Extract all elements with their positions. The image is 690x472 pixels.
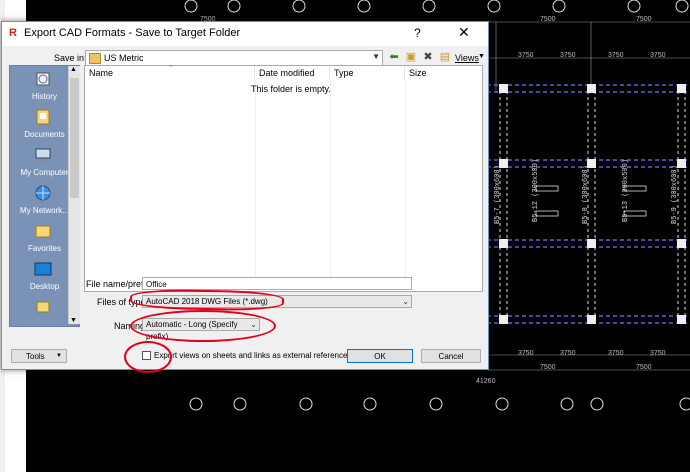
back-icon[interactable]: ⬅ — [387, 51, 401, 64]
up-folder-icon[interactable]: ▣ — [404, 51, 418, 64]
dim-label: 7500 — [636, 16, 652, 23]
ok-button[interactable]: OK — [347, 349, 413, 363]
dim-label: 3750 — [608, 350, 624, 357]
save-in-label: Save in: — [54, 53, 87, 63]
chevron-down-icon: ⌄ — [402, 297, 409, 306]
new-folder-icon[interactable]: ▤ — [438, 51, 452, 64]
folder-icon — [89, 53, 101, 64]
beam-label: B5-9 (300x600) — [671, 165, 679, 224]
network-globe-icon — [35, 185, 51, 201]
places-scrollbar[interactable]: ▲ ▼ — [68, 66, 80, 324]
revit-logo-icon: R — [9, 27, 17, 39]
dim-label: 3750 — [518, 52, 534, 59]
export-cad-dialog: R Export CAD Formats - Save to Target Fo… — [1, 21, 489, 373]
file-list[interactable]: ⌃ Name Date modified Type Size This fold… — [84, 65, 483, 292]
column-header-type[interactable]: Type — [330, 66, 405, 80]
scroll-thumb[interactable] — [70, 78, 79, 198]
chevron-down-icon: ▼ — [372, 52, 380, 61]
dim-label: 3750 — [650, 350, 666, 357]
help-button[interactable]: ? — [414, 26, 421, 40]
views-dropdown-icon[interactable]: ▼ — [478, 53, 485, 60]
dim-label: 3750 — [608, 52, 624, 59]
dim-label: 3750 — [560, 52, 576, 59]
history-icon — [36, 72, 50, 86]
cancel-button[interactable]: Cancel — [421, 349, 481, 363]
column-header-date[interactable]: Date modified — [255, 66, 330, 80]
dim-label: 3750 — [650, 52, 666, 59]
folder-icon — [36, 301, 50, 313]
chevron-down-icon: ▼ — [56, 353, 62, 359]
beam-label: B5-13 (300x500) — [622, 158, 630, 222]
filename-input[interactable]: Office — [142, 277, 412, 290]
dialog-title: Export CAD Formats - Save to Target Fold… — [24, 27, 241, 39]
desktop-icon — [34, 262, 52, 276]
total-dim-label: 41260 — [476, 378, 496, 385]
close-button[interactable]: ✕ — [458, 24, 470, 41]
beam-label: B5-8 (300x600) — [582, 165, 590, 224]
views-button[interactable]: Views — [455, 53, 479, 63]
empty-folder-message: This folder is empty. — [251, 84, 331, 94]
dialog-titlebar[interactable]: R Export CAD Formats - Save to Target Fo… — [2, 22, 488, 46]
documents-icon — [36, 109, 50, 125]
tools-label: Tools — [26, 352, 45, 361]
export-xref-label[interactable]: Export views on sheets and links as exte… — [154, 351, 351, 360]
dim-label: 3750 — [518, 350, 534, 357]
dim-label: 7500 — [540, 364, 556, 371]
column-header-name[interactable]: Name — [85, 66, 255, 80]
annotation-circle-naming — [130, 310, 276, 342]
dim-label: 7500 — [636, 364, 652, 371]
beam-label: B5-12 (300x500) — [532, 158, 540, 222]
column-header-size[interactable]: Size — [405, 66, 482, 80]
dim-label: 7500 — [540, 16, 556, 23]
scroll-up-icon[interactable]: ▲ — [70, 66, 77, 73]
save-in-value: US Metric — [104, 53, 144, 63]
scroll-down-icon[interactable]: ▼ — [70, 317, 77, 324]
tools-button[interactable]: Tools ▼ — [11, 349, 67, 363]
beam-label: B5-7 (300x600) — [494, 165, 502, 224]
delete-icon[interactable]: ✖ — [421, 51, 435, 64]
favorites-folder-icon — [35, 225, 51, 238]
annotation-circle-checkbox — [124, 341, 172, 373]
dim-label: 3750 — [560, 350, 576, 357]
computer-icon — [35, 148, 51, 161]
